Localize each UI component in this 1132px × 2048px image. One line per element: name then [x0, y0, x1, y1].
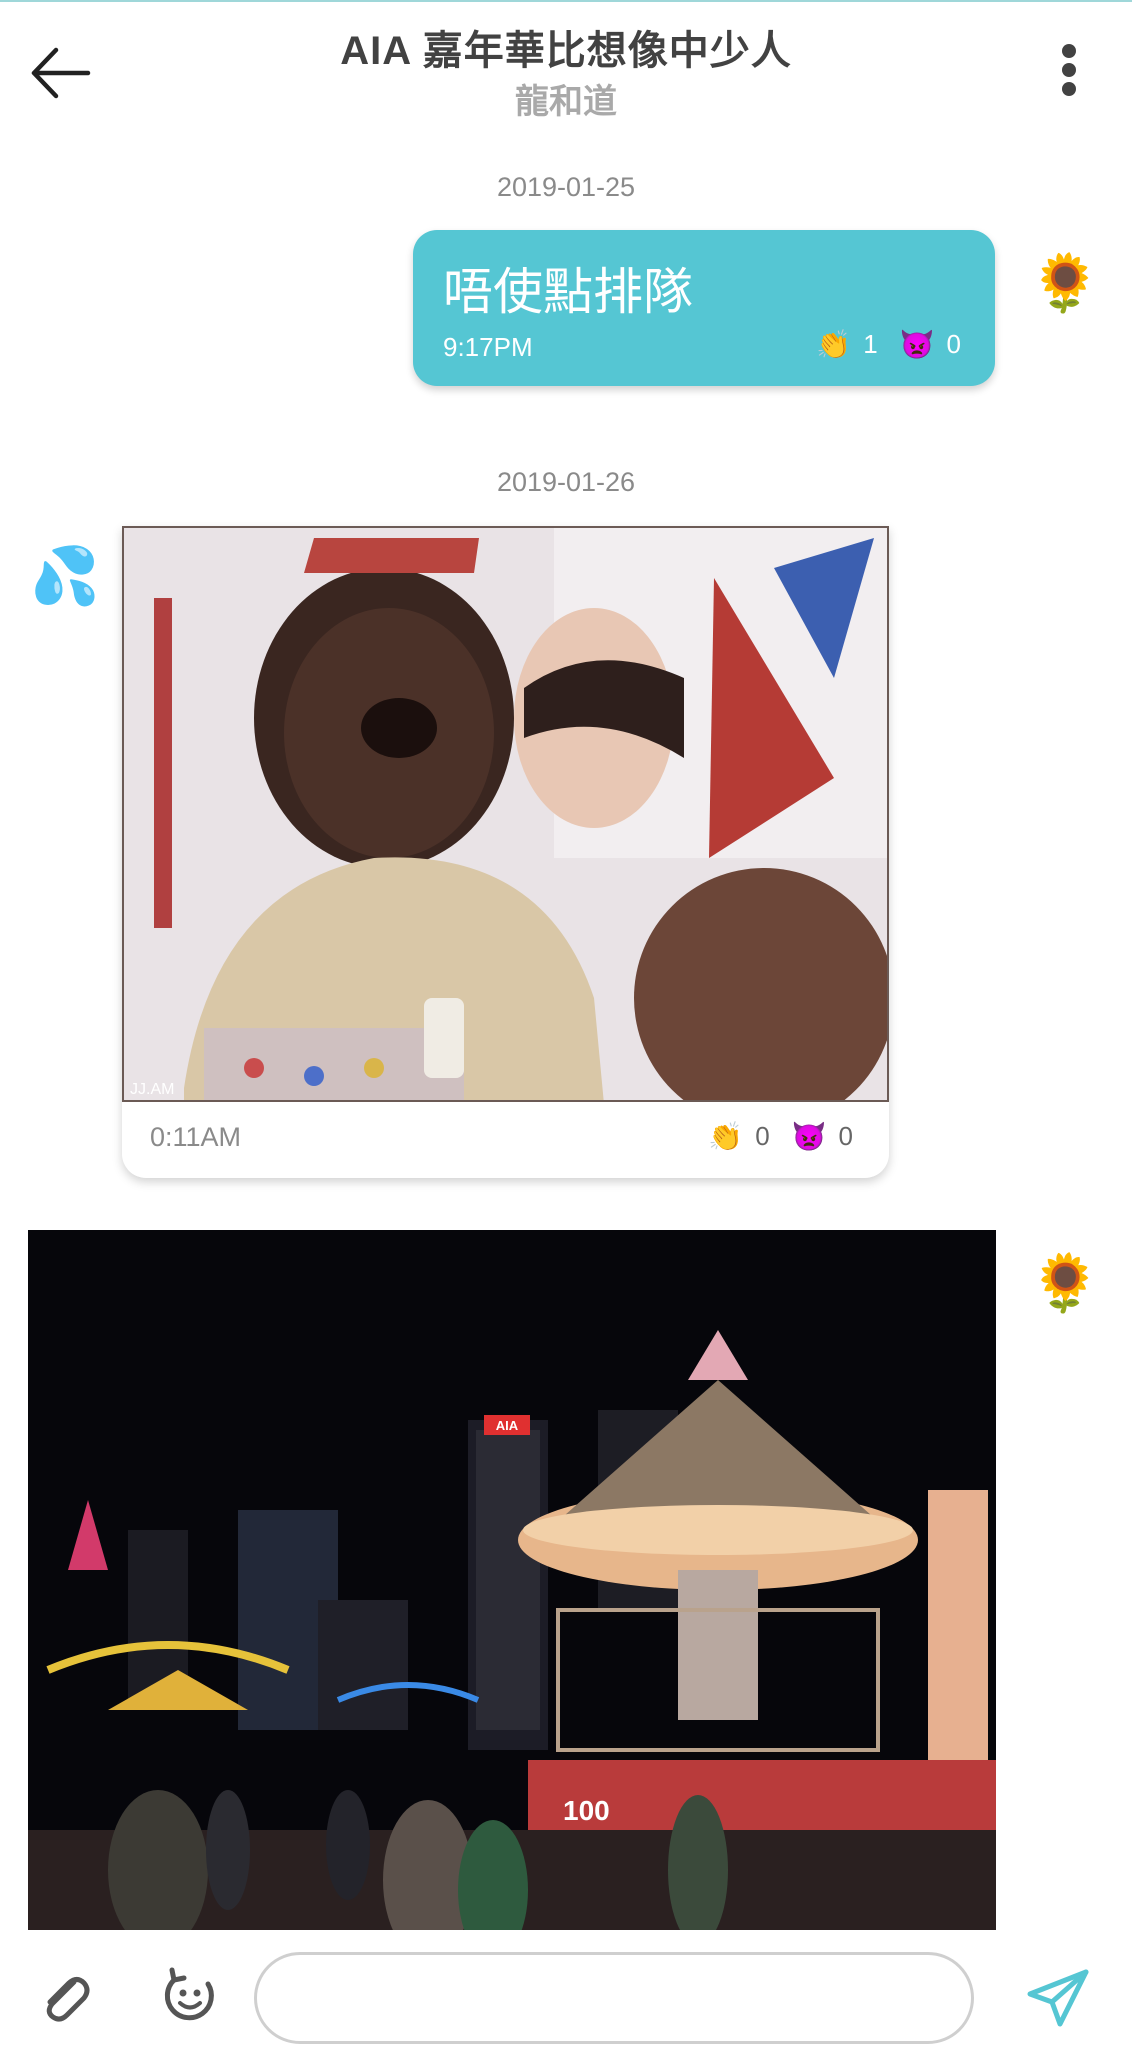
devil-icon: 👿: [899, 329, 935, 360]
devil-icon: 👿: [791, 1121, 827, 1152]
clap-icon: 👏: [708, 1121, 744, 1152]
message-time: 0:11AM: [150, 1122, 242, 1152]
send-icon: [1027, 1969, 1089, 2027]
sticker-icon: [164, 1967, 214, 2021]
banner-text: 100: [563, 1795, 610, 1826]
paperclip-icon: [46, 1977, 90, 2022]
send-button[interactable]: [1026, 1968, 1090, 2028]
gif-image[interactable]: JJ.AM: [122, 526, 889, 1102]
outgoing-message-bubble[interactable]: 唔使點排隊 9:17PM 👏 1 👿 0: [413, 230, 995, 386]
attach-button[interactable]: [36, 1968, 92, 2024]
date-separator: 2019-01-26: [496, 467, 636, 497]
sticker-button[interactable]: [160, 1966, 220, 2026]
clap-icon: 👏: [816, 329, 852, 360]
chat-header: AIA 嘉年華比想像中少人 龍和道: [0, 0, 1132, 130]
message-text: 唔使點排隊: [443, 264, 693, 320]
building-sign: AIA: [496, 1418, 519, 1433]
carnival-photo[interactable]: AIA 100: [28, 1230, 996, 1930]
more-vertical-icon: [1062, 44, 1076, 58]
gif-illustration: JJ.AM: [124, 528, 887, 1100]
clap-count: 0: [755, 1121, 770, 1151]
date-separator: 2019-01-25: [496, 172, 636, 202]
page-title: AIA 嘉年華比想像中少人: [340, 29, 792, 73]
avatar[interactable]: 🌻: [1030, 1255, 1100, 1311]
page-subtitle: 龍和道: [515, 83, 617, 121]
reaction-bar: 👏 1 👿 0: [794, 328, 961, 361]
devil-reaction-button[interactable]: 👿 0: [792, 1120, 853, 1153]
more-options-button[interactable]: [1046, 40, 1092, 100]
incoming-image-message: JJ.AM 0:11AM 👏 0 👿 0: [122, 526, 889, 1178]
clap-count: 1: [863, 329, 878, 359]
clap-reaction-button[interactable]: 👏 1: [816, 328, 877, 361]
clap-reaction-button[interactable]: 👏 0: [708, 1120, 769, 1153]
devil-count: 0: [946, 329, 961, 359]
devil-reaction-button[interactable]: 👿 0: [900, 328, 961, 361]
gif-watermark: JJ.AM: [130, 1081, 174, 1098]
avatar[interactable]: 🌻: [1030, 255, 1100, 311]
composer-bar: [0, 1930, 1132, 2048]
message-input[interactable]: [254, 1952, 974, 2044]
devil-count: 0: [838, 1121, 853, 1151]
photo-illustration: AIA 100: [28, 1230, 996, 1930]
reaction-bar: 👏 0 👿 0: [686, 1120, 853, 1153]
message-time: 9:17PM: [443, 332, 533, 362]
avatar[interactable]: 💦: [30, 548, 100, 604]
